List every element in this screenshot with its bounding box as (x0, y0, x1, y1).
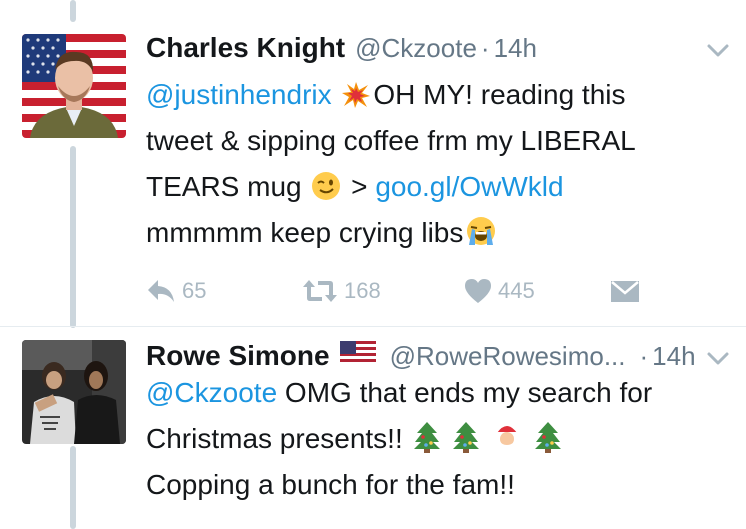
mention-link[interactable]: @justinhendrix (146, 79, 332, 110)
tweet-body: @Ckzoote OMG that ends my search for Chr… (146, 370, 652, 508)
tweet-line-1: @Ckzoote OMG that ends my search for (146, 370, 652, 416)
tweet-header: Charles Knight @Ckzoote · 14h (146, 32, 537, 64)
tweet-text-4: mmmmm keep crying libs (146, 217, 464, 248)
thread-line-middle (70, 146, 76, 328)
tweet-line-3: TEARS mug > goo.gl/OwWkld (146, 164, 636, 210)
avatar-charles-knight[interactable] (22, 34, 126, 138)
us-flag-emoji (339, 341, 376, 365)
tweet-divider (0, 326, 746, 327)
reply-button[interactable]: 65 (146, 278, 206, 304)
tweet-line-2: tweet & sipping coffee frm my LIBERAL (146, 125, 636, 156)
chevron-down-icon[interactable] (705, 40, 731, 60)
christmas-tree-emoji (534, 422, 561, 453)
user-handle[interactable]: @Ckzoote (355, 33, 477, 64)
direct-message-icon (611, 281, 639, 302)
thread-line-top (70, 0, 76, 22)
santa-emoji (496, 426, 519, 448)
heart-icon (465, 279, 491, 303)
separator-dot: · (639, 341, 649, 371)
chevron-down-icon[interactable] (705, 348, 731, 368)
winking-face-emoji (312, 172, 341, 200)
retweet-icon (303, 280, 337, 302)
tweet-text-3b: > (351, 171, 368, 202)
separator-dot: · (480, 33, 490, 63)
avatar-rowe-simone[interactable] (22, 340, 126, 444)
timestamp[interactable]: 14h (652, 341, 695, 372)
tweet-line-2: Christmas presents!! (146, 416, 652, 462)
display-name[interactable]: Charles Knight (146, 32, 345, 64)
tweet-text-1: OH MY! reading this (373, 79, 626, 110)
loudly-crying-face-emoji (467, 217, 496, 245)
christmas-tree-emoji (413, 422, 440, 453)
tweet-text-3a: TEARS mug (146, 171, 302, 202)
url-link[interactable]: goo.gl/OwWkld (375, 171, 563, 202)
direct-message-button[interactable] (610, 278, 646, 304)
tweet-text-2: Christmas presents!! (146, 423, 403, 454)
tweet-line-4: mmmmm keep crying libs (146, 210, 636, 256)
tweet-line-1: @justinhendrix OH MY! reading this (146, 72, 636, 118)
reply-icon (148, 280, 174, 302)
collision-emoji (342, 82, 371, 108)
tweet-actions: 65 168 445 (146, 278, 646, 312)
retweet-count: 168 (344, 278, 381, 303)
retweet-button[interactable]: 168 (302, 278, 381, 304)
user-handle[interactable]: @RoweRowesimo... (390, 341, 626, 372)
thread-line-bottom (70, 446, 76, 529)
mention-link[interactable]: @Ckzoote (146, 377, 277, 408)
like-count: 445 (498, 278, 535, 303)
display-name[interactable]: Rowe Simone (146, 340, 330, 372)
christmas-tree-emoji (453, 422, 480, 453)
tweet-header: Rowe Simone @RoweRowesimo... · 14h (146, 340, 696, 372)
tweet-line-3: Copping a bunch for the fam!! (146, 469, 515, 500)
tweet-body: @justinhendrix OH MY! reading this tweet… (146, 72, 636, 256)
tweet-text-1: OMG that ends my search for (284, 377, 653, 408)
timestamp[interactable]: 14h (494, 33, 537, 64)
like-button[interactable]: 445 (464, 278, 535, 304)
reply-count: 65 (182, 278, 207, 303)
